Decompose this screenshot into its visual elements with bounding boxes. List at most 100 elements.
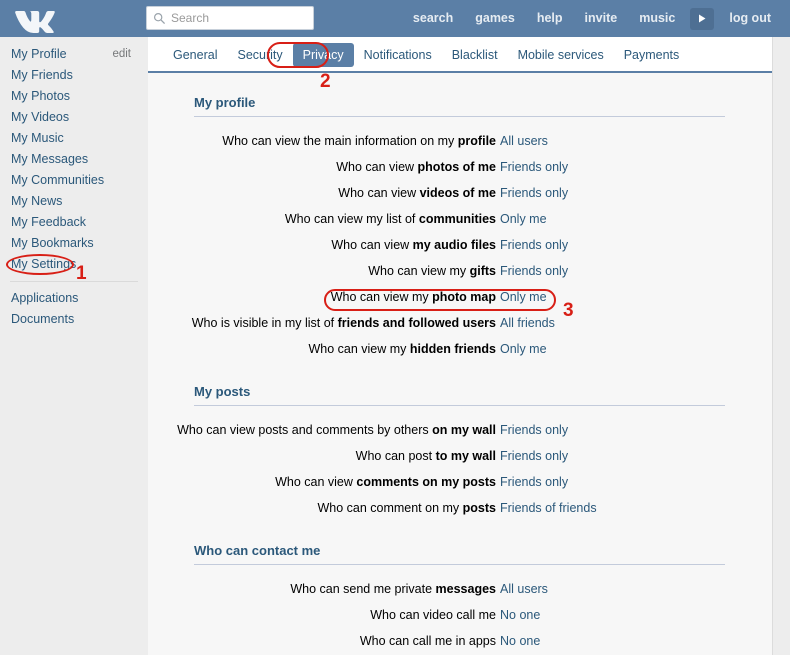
setting-row: Who can view videos of me Friends only [148,180,772,206]
setting-row: Who can view comments on my posts Friend… [148,469,772,495]
sidebar-divider [10,281,138,282]
setting-row: Who can view photos of me Friends only [148,154,772,180]
setting-row: Who can comment on my posts Friends of f… [148,495,772,521]
setting-value[interactable]: All friends [500,310,555,336]
label-prefix: Who can view my [330,290,433,304]
sidebar-item-my-photos[interactable]: My Photos [0,86,148,107]
label-prefix: Who can post [355,449,436,463]
label-prefix: Who can view [275,475,357,489]
setting-value[interactable]: No one [500,602,540,628]
section-title: Who can contact me [194,543,321,558]
vk-logo[interactable] [10,4,62,34]
sidebar-item-my-settings[interactable]: My Settings [0,254,148,275]
topnav-help[interactable]: help [526,0,574,37]
section-divider [194,405,725,406]
setting-label: Who can video call me [148,602,496,628]
label-prefix: Who can view my list of [284,212,419,226]
tab-blacklist[interactable]: Blacklist [442,43,508,67]
search-box[interactable] [146,6,314,30]
setting-value[interactable]: All users [500,576,548,602]
topnav-search[interactable]: search [402,0,464,37]
topnav-music[interactable]: music [628,0,686,37]
setting-value[interactable]: Only me [500,284,547,310]
setting-value[interactable]: Friends only [500,469,568,495]
setting-value[interactable]: No one [500,628,540,654]
setting-row: Who can view posts and comments by other… [148,417,772,443]
tab-payments[interactable]: Payments [614,43,690,67]
label-bold: photos of me [417,160,496,174]
label-prefix: Who can view the main information on my [222,134,458,148]
setting-value[interactable]: Friends only [500,258,568,284]
label-prefix: Who can view [336,160,418,174]
sidebar-item-label: My Photos [11,89,71,103]
tab-notifications[interactable]: Notifications [354,43,442,67]
section-divider [194,116,725,117]
sidebar-item-label: My News [11,194,63,208]
section-rows: Who can view posts and comments by other… [148,417,772,521]
setting-label: Who can view my audio files [148,232,496,258]
setting-row: Who can view my hidden friends Only me [148,336,772,362]
label-prefix: Who can view my [308,342,410,356]
setting-label: Who can view videos of me [148,180,496,206]
tab-security[interactable]: Security [227,43,292,67]
sidebar-item-documents[interactable]: Documents [0,309,148,330]
profile-edit-link[interactable]: edit [112,44,131,65]
label-bold: friends and followed users [337,316,496,330]
setting-label: Who can view the main information on my … [148,128,496,154]
section-divider [194,564,725,565]
setting-value[interactable]: Friends only [500,180,568,206]
tab-privacy[interactable]: Privacy [292,43,354,67]
sidebar-item-my-profile[interactable]: My Profile edit [0,44,148,65]
setting-value[interactable]: Only me [500,206,547,232]
setting-value[interactable]: Friends only [500,232,568,258]
sidebar-item-my-communities[interactable]: My Communities [0,170,148,191]
sidebar-item-my-bookmarks[interactable]: My Bookmarks [0,233,148,254]
setting-value[interactable]: Friends only [500,417,568,443]
label-prefix: Who can call me in apps [359,634,496,648]
sidebar-item-my-music[interactable]: My Music [0,128,148,149]
logout-link[interactable]: log out [718,0,782,37]
setting-value[interactable]: Friends only [500,154,568,180]
setting-row: Who can call me in apps No one [148,628,772,654]
setting-label: Who can view comments on my posts [148,469,496,495]
setting-row: Who can view my list of communities Only… [148,206,772,232]
privacy-settings: My profile Who can view the main informa… [148,73,772,654]
setting-row: Who can video call me No one [148,602,772,628]
label-bold: gifts [469,264,496,278]
sidebar-item-label: My Friends [11,68,73,82]
setting-label: Who can call me in apps [148,628,496,654]
search-icon [153,12,166,25]
sidebar-item-label: My Feedback [11,215,87,229]
setting-value[interactable]: All users [500,128,548,154]
sidebar-item-label: My Settings [11,257,77,271]
label-bold: comments on my posts [356,475,496,489]
setting-label: Who can view my photo map [148,284,496,310]
tab-mobile-services[interactable]: Mobile services [508,43,614,67]
sidebar-item-my-friends[interactable]: My Friends [0,65,148,86]
section-my-profile: My profile Who can view the main informa… [148,95,772,362]
topnav-games[interactable]: games [464,0,526,37]
sidebar-item-my-messages[interactable]: My Messages [0,149,148,170]
label-prefix: Who can comment on my [317,501,463,515]
sidebar-item-applications[interactable]: Applications [0,288,148,309]
topnav-invite[interactable]: invite [574,0,629,37]
setting-label: Who can view my list of communities [148,206,496,232]
setting-value[interactable]: Only me [500,336,547,362]
label-prefix: Who can view posts and comments by other… [177,423,433,437]
section-who-can-contact-me: Who can contact me Who can send me priva… [148,543,772,654]
sidebar-item-my-videos[interactable]: My Videos [0,107,148,128]
setting-row: Who can view the main information on my … [148,128,772,154]
settings-tabbar: General Security Privacy Notifications B… [148,37,772,73]
search-input[interactable] [171,7,309,29]
content-panel: General Security Privacy Notifications B… [148,37,773,655]
sidebar-item-my-feedback[interactable]: My Feedback [0,212,148,233]
section-rows: Who can view the main information on my … [148,128,772,362]
sidebar-item-label: My Profile [11,47,67,61]
setting-value[interactable]: Friends of friends [500,495,597,521]
sidebar-item-my-news[interactable]: My News [0,191,148,212]
sidebar-item-label: My Messages [11,152,89,166]
setting-value[interactable]: Friends only [500,443,568,469]
tab-general[interactable]: General [163,43,227,67]
label-bold: my audio files [412,238,496,252]
play-icon[interactable] [690,7,715,30]
